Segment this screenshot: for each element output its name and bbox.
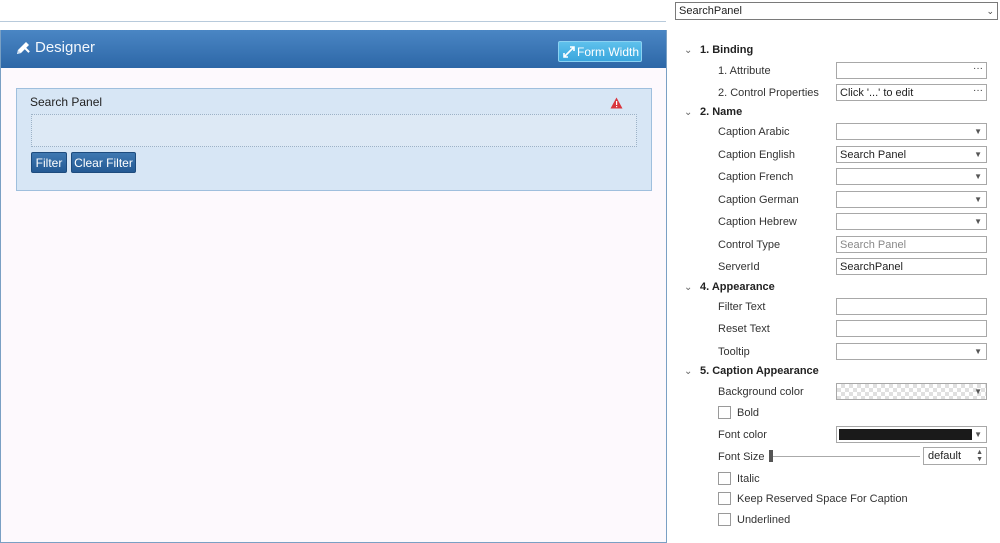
control-properties-label: 2. Control Properties bbox=[718, 87, 819, 99]
section-name-title: 2. Name bbox=[700, 106, 743, 118]
chevron-down-icon: ▼ bbox=[974, 217, 982, 226]
font-size-label: Font Size bbox=[718, 451, 765, 463]
spinner-arrows-icon[interactable]: ▲ ▼ bbox=[976, 449, 983, 463]
caption-english-label: Caption English bbox=[718, 149, 796, 161]
designer-top-bar bbox=[0, 0, 666, 22]
underlined-checkbox[interactable] bbox=[718, 513, 731, 526]
collapse-chevron-icon: ⌄ bbox=[684, 106, 693, 118]
font-color-swatch bbox=[839, 429, 972, 440]
chevron-down-icon: ▼ bbox=[974, 195, 982, 204]
control-type-value: Search Panel bbox=[840, 238, 907, 251]
clear-filter-button-label: Clear Filter bbox=[74, 155, 133, 170]
filter-button[interactable]: Filter bbox=[31, 152, 67, 173]
reset-text-label: Reset Text bbox=[718, 323, 770, 335]
designer-title-text: Designer bbox=[35, 39, 96, 56]
caption-german-label: Caption German bbox=[718, 194, 799, 206]
filter-text-label: Filter Text bbox=[718, 301, 766, 313]
chevron-down-icon: ▼ bbox=[974, 347, 982, 356]
filter-button-label: Filter bbox=[35, 155, 63, 170]
control-properties-field[interactable]: Click '...' to edit ··· bbox=[836, 84, 987, 101]
server-id-value: SearchPanel bbox=[840, 260, 903, 273]
collapse-chevron-icon: ⌄ bbox=[684, 281, 693, 293]
designer-header: Designer Form Width bbox=[1, 30, 666, 68]
caption-english-field[interactable]: Search Panel ▼ bbox=[836, 146, 987, 163]
font-size-spinner[interactable]: default ▲ ▼ bbox=[923, 447, 987, 465]
caption-french-label: Caption French bbox=[718, 171, 794, 183]
resize-arrows-icon bbox=[563, 45, 575, 58]
chevron-down-icon: ▼ bbox=[974, 430, 982, 439]
caption-english-value: Search Panel bbox=[840, 148, 907, 161]
form-width-label: Form Width bbox=[577, 44, 640, 59]
italic-label: Italic bbox=[737, 472, 760, 485]
ellipsis-icon[interactable]: ··· bbox=[973, 63, 983, 74]
section-caption-appearance-title: 5. Caption Appearance bbox=[700, 365, 819, 377]
italic-checkbox-row[interactable]: Italic bbox=[718, 472, 760, 485]
italic-checkbox[interactable] bbox=[718, 472, 731, 485]
attribute-field[interactable]: ··· bbox=[836, 62, 987, 79]
caption-french-field[interactable]: ▼ bbox=[836, 168, 987, 185]
caption-german-field[interactable]: ▼ bbox=[836, 191, 987, 208]
caption-hebrew-field[interactable]: ▼ bbox=[836, 213, 987, 230]
section-caption-appearance[interactable]: ⌄ 5. Caption Appearance bbox=[684, 365, 819, 377]
chevron-down-icon: ▼ bbox=[974, 150, 982, 159]
chevron-down-icon: ▼ bbox=[974, 387, 982, 396]
caption-hebrew-label: Caption Hebrew bbox=[718, 216, 797, 228]
property-grid: ⌄ 1. Binding 1. Attribute ··· 2. Control… bbox=[676, 0, 1000, 543]
form-width-button[interactable]: Form Width bbox=[558, 41, 642, 62]
font-size-slider-thumb[interactable] bbox=[769, 450, 773, 462]
tooltip-label: Tooltip bbox=[718, 346, 750, 358]
section-name[interactable]: ⌄ 2. Name bbox=[684, 106, 742, 118]
control-type-label: Control Type bbox=[718, 239, 781, 251]
caption-arabic-label: Caption Arabic bbox=[718, 126, 790, 138]
warning-icon[interactable] bbox=[610, 97, 623, 109]
server-id-field[interactable]: SearchPanel bbox=[836, 258, 987, 275]
underlined-label: Underlined bbox=[737, 513, 791, 526]
search-panel-caption: Search Panel bbox=[30, 95, 103, 109]
chevron-down-icon: ▼ bbox=[974, 127, 982, 136]
designer-canvas[interactable]: Designer Form Width Search Panel Filter … bbox=[0, 30, 667, 543]
tooltip-field[interactable]: ▼ bbox=[836, 343, 987, 360]
ellipsis-icon[interactable]: ··· bbox=[973, 85, 983, 96]
attribute-label: 1. Attribute bbox=[718, 65, 771, 77]
control-type-field: Search Panel bbox=[836, 236, 987, 253]
underlined-checkbox-row[interactable]: Underlined bbox=[718, 513, 790, 526]
section-appearance[interactable]: ⌄ 4. Appearance bbox=[684, 281, 775, 293]
font-color-label: Font color bbox=[718, 429, 767, 441]
collapse-chevron-icon: ⌄ bbox=[684, 365, 693, 377]
server-id-label: ServerId bbox=[718, 261, 760, 273]
designer-title: Designer bbox=[15, 39, 95, 56]
keep-reserved-checkbox-row[interactable]: Keep Reserved Space For Caption bbox=[718, 492, 908, 505]
background-color-label: Background color bbox=[718, 386, 804, 398]
pencil-ruler-icon bbox=[17, 41, 30, 54]
search-panel-control[interactable]: Search Panel Filter Clear Filter bbox=[16, 88, 652, 191]
font-size-slider-track[interactable] bbox=[770, 456, 920, 457]
keep-reserved-label: Keep Reserved Space For Caption bbox=[737, 492, 908, 505]
control-properties-value: Click '...' to edit bbox=[840, 86, 914, 99]
bold-checkbox[interactable] bbox=[718, 406, 731, 419]
background-color-picker[interactable]: ▼ bbox=[836, 383, 987, 400]
clear-filter-button[interactable]: Clear Filter bbox=[71, 152, 136, 173]
reset-text-field[interactable] bbox=[836, 320, 987, 337]
search-panel-drop-area[interactable] bbox=[31, 114, 637, 147]
caption-arabic-field[interactable]: ▼ bbox=[836, 123, 987, 140]
filter-text-field[interactable] bbox=[836, 298, 987, 315]
keep-reserved-checkbox[interactable] bbox=[718, 492, 731, 505]
collapse-chevron-icon: ⌄ bbox=[684, 44, 693, 56]
bold-label: Bold bbox=[737, 406, 760, 419]
section-appearance-title: 4. Appearance bbox=[700, 281, 775, 293]
font-size-value: default bbox=[928, 450, 962, 462]
section-binding[interactable]: ⌄ 1. Binding bbox=[684, 44, 753, 56]
section-binding-title: 1. Binding bbox=[700, 44, 754, 56]
chevron-down-icon: ▼ bbox=[974, 172, 982, 181]
bold-checkbox-row[interactable]: Bold bbox=[718, 406, 759, 419]
font-color-picker[interactable]: ▼ bbox=[836, 426, 987, 443]
